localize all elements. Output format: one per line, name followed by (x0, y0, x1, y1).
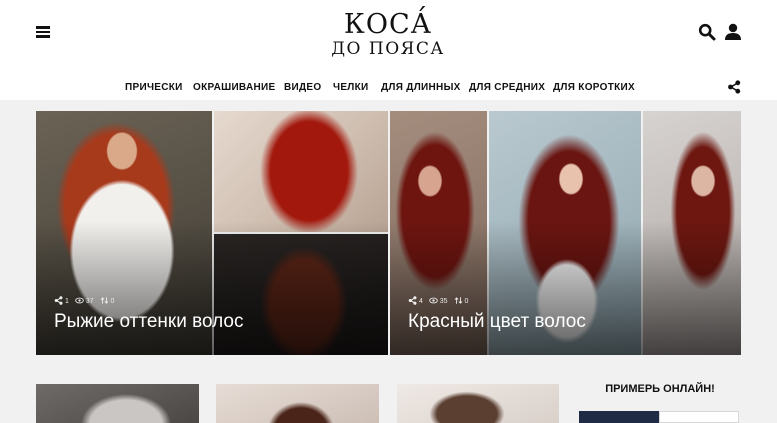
repost-icon (454, 297, 462, 304)
article-card-thumbnail[interactable] (397, 384, 559, 423)
shares-count: 1 (64, 298, 69, 305)
nav-item-medium[interactable]: ДЛЯ СРЕДНИХ (469, 82, 545, 93)
repost-icon (100, 297, 108, 304)
nav-item-long[interactable]: ДЛЯ ДЛИННЫХ (381, 82, 461, 93)
views-count: 35 (439, 298, 448, 305)
user-icon[interactable] (724, 23, 742, 41)
logo-line-2: ДО ПОЯСА (331, 39, 445, 59)
try-on-banner[interactable] (579, 411, 739, 423)
share-icon (54, 296, 63, 305)
hamburger-menu-icon[interactable] (36, 25, 52, 39)
shares-count: 4 (418, 298, 423, 305)
featured-title[interactable]: Красный цвет волос (408, 311, 586, 333)
nav-item-hairstyles[interactable]: ПРИЧЕСКИ (125, 82, 183, 93)
site-logo[interactable]: КОСА́ ДО ПОЯСА (318, 9, 458, 59)
nav-item-short[interactable]: ДЛЯ КОРОТКИХ (553, 82, 635, 93)
post-stats: 4 35 0 (408, 296, 472, 308)
logo-line-1: КОСА́ (343, 9, 433, 40)
nav-item-bangs[interactable]: ЧЕЛКИ (333, 82, 369, 93)
article-card-thumbnail[interactable] (36, 384, 199, 423)
share-icon (408, 296, 417, 305)
share-icon[interactable] (727, 80, 741, 94)
eye-icon (429, 297, 438, 304)
article-card-thumbnail[interactable] (216, 384, 379, 423)
eye-icon (75, 297, 84, 304)
nav-item-coloring[interactable]: ОКРАШИВАНИЕ (193, 82, 275, 93)
search-icon[interactable] (698, 23, 716, 41)
nav-item-video[interactable]: ВИДЕО (284, 82, 321, 93)
reposts-count: 0 (464, 298, 469, 305)
site-header: КОСА́ ДО ПОЯСА ПРИЧЕСКИ ОКРАШИВАНИЕ ВИДЕ… (0, 0, 777, 100)
featured-card[interactable]: 1 37 0 Рыжие оттенки волос (36, 111, 388, 355)
sidebar-title: ПРИМЕРЬ ОНЛАЙН! (605, 383, 715, 395)
main-nav: ПРИЧЕСКИ ОКРАШИВАНИЕ ВИДЕО ЧЕЛКИ ДЛЯ ДЛИ… (0, 78, 777, 98)
post-stats: 1 37 0 (54, 296, 118, 308)
featured-card[interactable]: 4 35 0 Красный цвет волос (390, 111, 741, 355)
reposts-count: 0 (110, 298, 115, 305)
views-count: 37 (85, 298, 94, 305)
featured-title[interactable]: Рыжие оттенки волос (54, 311, 244, 333)
